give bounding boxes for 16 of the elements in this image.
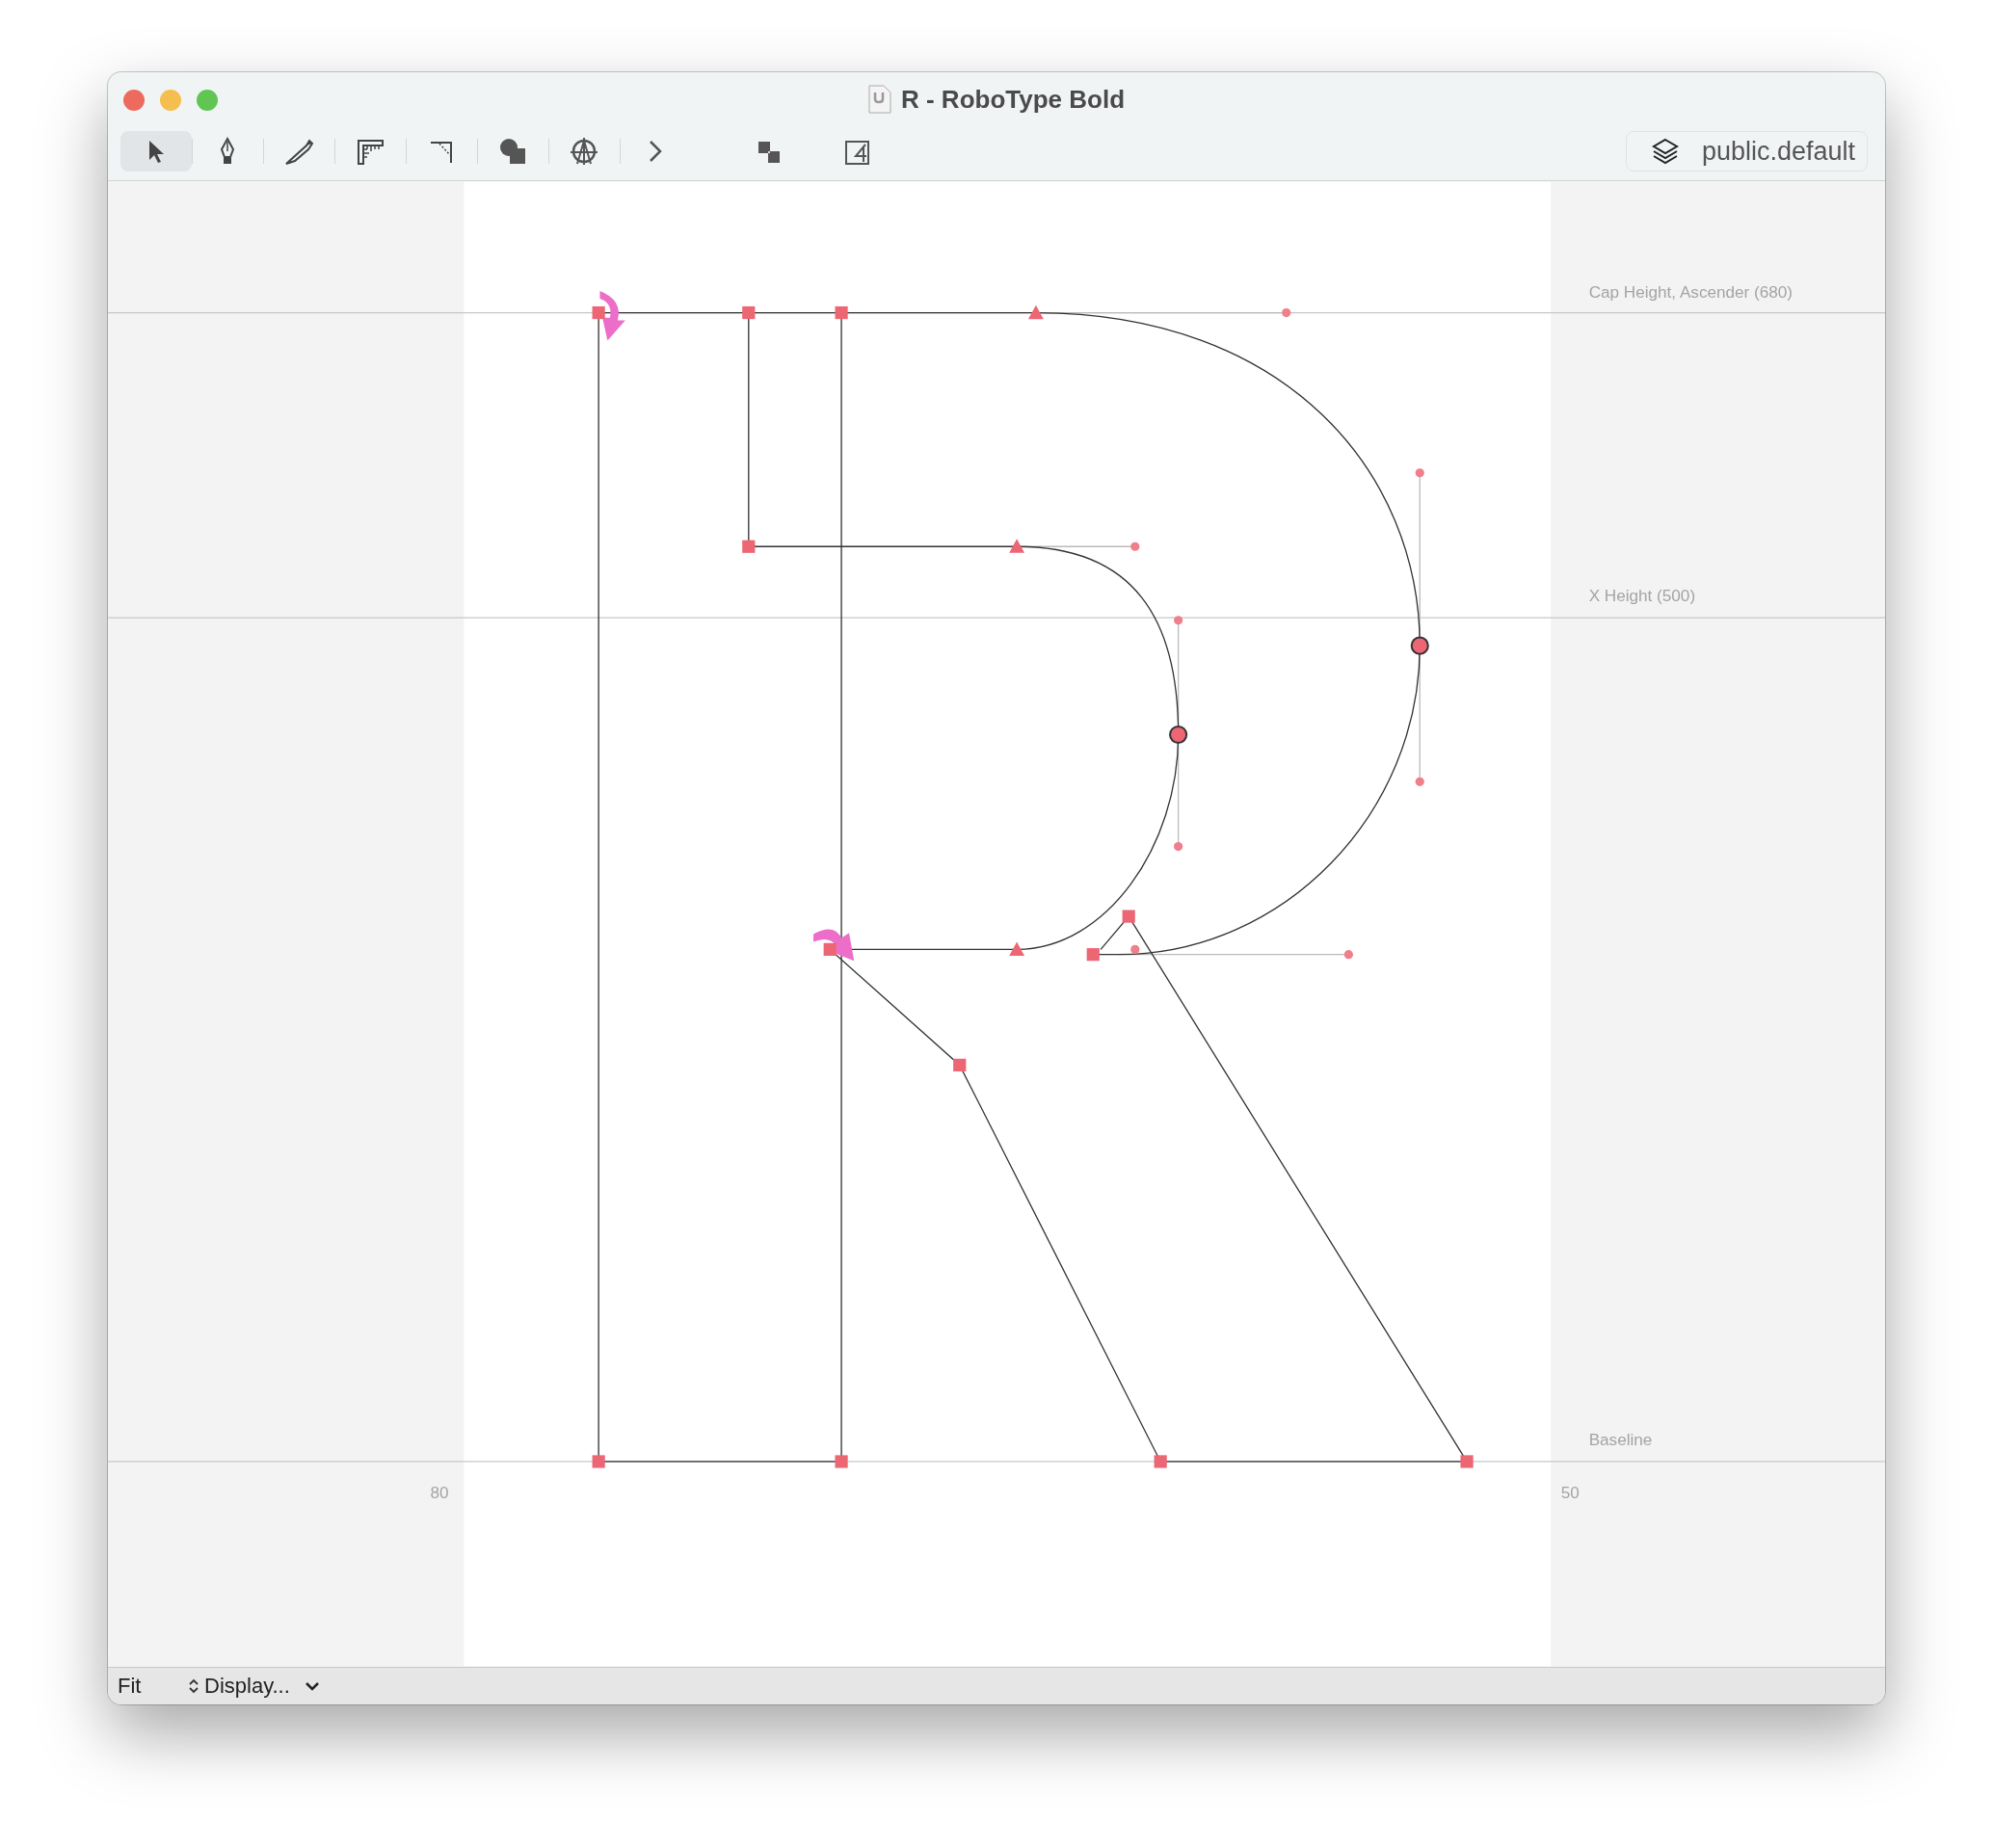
sidebearing-value: 50 [1560,1483,1580,1503]
sidebearing-value: 80 [430,1483,449,1503]
chevron-down-icon [303,1679,321,1693]
anchor-crosshair-icon [569,136,599,167]
up-down-arrows-icon [187,1677,200,1695]
pointer-tool-button[interactable] [120,131,192,172]
guide-label: Baseline [1588,1429,1653,1449]
display-dropdown[interactable]: Display... [187,1674,321,1699]
shapes-icon [497,136,528,167]
close-button[interactable] [123,90,145,111]
guide-label: Cap Height, Ascender (680) [1588,281,1793,302]
document-icon [867,85,891,114]
window-title: R - RoboType Bold [900,84,1125,115]
layer-button[interactable]: public.default [1625,131,1868,172]
zoom-level-label: Fit [118,1674,143,1699]
guide-label: X Height (500) [1588,585,1696,605]
